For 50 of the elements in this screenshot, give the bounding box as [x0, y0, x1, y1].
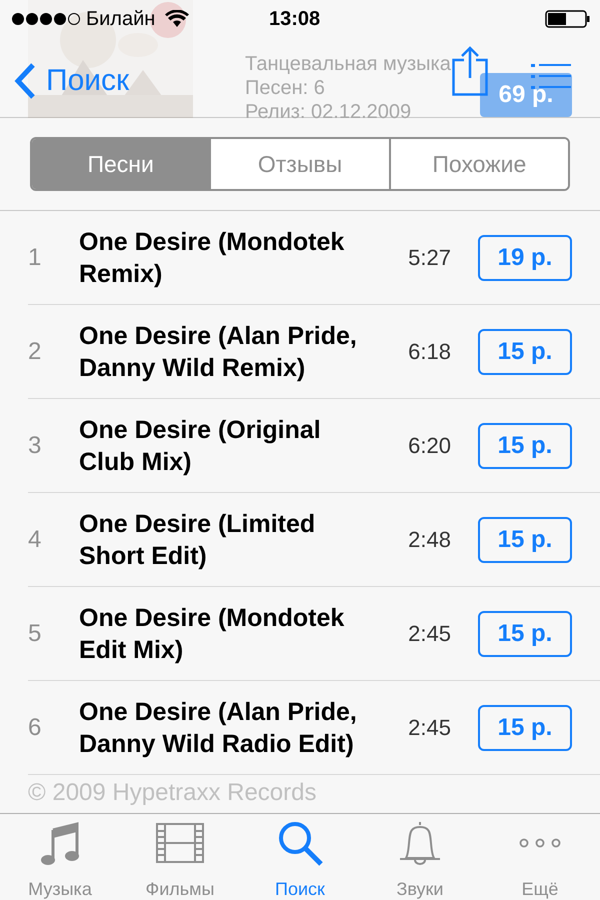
tab-bar-item[interactable]: Поиск: [240, 814, 360, 900]
carrier-name: Билайн: [86, 7, 156, 32]
search-icon: [277, 820, 323, 866]
track-title: One Desire (Limited Short Edit): [79, 508, 316, 572]
track-title: One Desire (Original Club Mix): [79, 414, 322, 478]
tab-bar-item[interactable]: Звуки: [360, 814, 480, 900]
price-button[interactable]: 15 р.: [478, 422, 572, 468]
clock-time: 13:08: [269, 7, 320, 32]
bell-icon: [398, 820, 442, 866]
list-icon[interactable]: [531, 64, 571, 90]
track-duration: 2:45: [407, 620, 451, 648]
track-duration: 5:27: [407, 244, 451, 272]
segment-tab[interactable]: Отзывы: [209, 139, 389, 189]
chevron-left-icon: [14, 62, 36, 100]
segment-tab[interactable]: Похожие: [388, 139, 568, 189]
price-button[interactable]: 19 р.: [478, 234, 572, 280]
track-number: 6: [28, 712, 42, 742]
track-count: Песен: 6: [245, 76, 326, 100]
price-button[interactable]: 69 р.: [480, 73, 572, 117]
battery-icon: [545, 9, 590, 29]
track-number: 4: [28, 524, 42, 554]
track-duration: 2:45: [407, 714, 451, 742]
price-button[interactable]: 15 р.: [478, 704, 572, 750]
tab-bar-item[interactable]: Музыка: [0, 814, 120, 900]
share-icon[interactable]: [452, 46, 488, 96]
back-button[interactable]: Поиск: [14, 58, 130, 103]
price-button[interactable]: 15 р.: [478, 610, 572, 656]
wifi-icon: [165, 10, 190, 28]
price-button[interactable]: 15 р.: [478, 516, 572, 562]
track-title: One Desire (Alan Pride, Danny Wild Remix): [79, 320, 358, 384]
track-number: 3: [28, 430, 42, 460]
track-number: 1: [28, 242, 42, 272]
track-duration: 6:20: [407, 432, 451, 460]
film-strip-icon: [156, 823, 204, 863]
track-number: 5: [28, 618, 42, 648]
genre-text: Танцевальная музыка: [245, 52, 451, 76]
track-number: 2: [28, 336, 42, 366]
track-duration: 6:18: [407, 338, 451, 366]
price-button[interactable]: 15 р.: [478, 328, 572, 374]
tab-bar-item[interactable]: Фильмы: [120, 814, 240, 900]
track-title: One Desire (Mondotek Edit Mix): [79, 602, 346, 666]
music-note-icon: [40, 820, 80, 866]
tab-bar-item[interactable]: Ещё: [480, 814, 600, 900]
more-icon: [518, 837, 562, 849]
track-title: One Desire (Alan Pride, Danny Wild Radio Edit): [79, 696, 358, 760]
release-date: Релиз: 02.12.2009: [245, 100, 412, 124]
track-title: One Desire (Mondotek Remix): [79, 226, 346, 290]
signal-icon: [12, 13, 80, 25]
track-duration: 2:48: [407, 526, 451, 554]
segment-tab[interactable]: Песни: [32, 139, 210, 189]
